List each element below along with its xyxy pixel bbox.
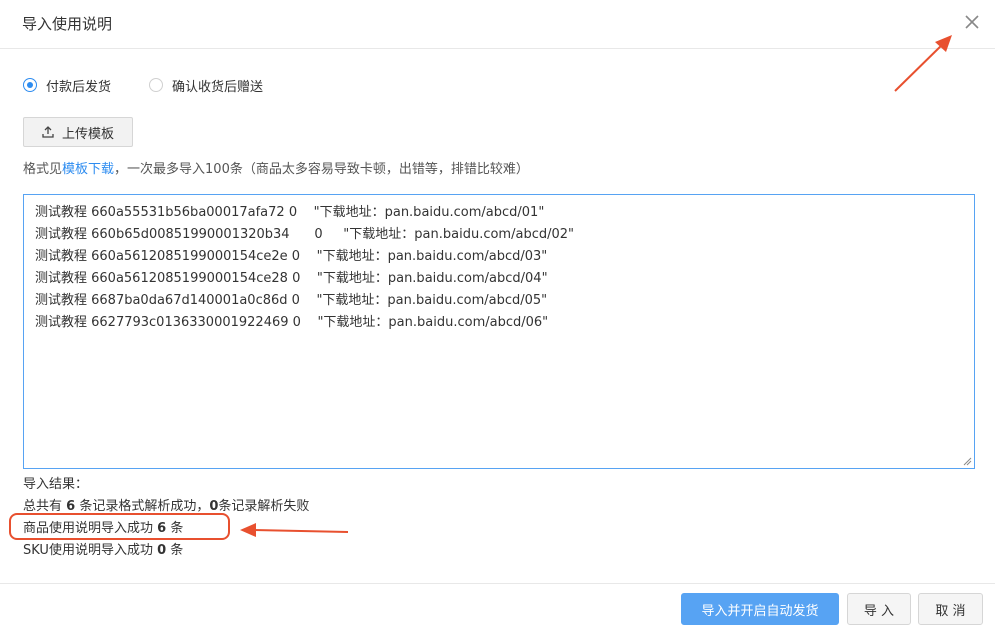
upload-template-button[interactable]: 上传模板	[23, 117, 133, 147]
radio-label: 确认收货后赠送	[172, 79, 264, 95]
result-heading: 导入结果：	[23, 477, 89, 492]
goods-prefix: 商品使用说明导入成功	[23, 521, 158, 536]
import-and-auto-deliver-button[interactable]: 导入并开启自动发货	[681, 593, 839, 625]
import-textarea[interactable]: 测试教程 660a55531b56ba00017afa72 0 "下载地址：pa…	[23, 194, 975, 469]
textarea-line: 测试教程 660a5612085199000154ce2e 0 "下载地址：pa…	[35, 249, 548, 264]
radio-label: 付款后发货	[46, 79, 112, 95]
textarea-line: 测试教程 6627793c0136330001922469 0 "下载地址：pa…	[35, 315, 549, 330]
sku-prefix: SKU使用说明导入成功	[23, 543, 158, 558]
hint-prefix: 格式见	[23, 162, 63, 177]
resize-handle-icon[interactable]	[963, 457, 972, 466]
delivery-mode-radio-group: 付款后发货 确认收货后赠送	[23, 76, 301, 95]
hint-suffix: ，一次最多导入100条（商品太多容易导致卡顿，出错等，排错比较难）	[114, 162, 529, 177]
result-goods: 商品使用说明导入成功 6 条	[23, 517, 183, 536]
summary-suffix: 条记录解析失败	[218, 499, 310, 514]
goods-suffix: 条	[166, 521, 184, 536]
sku-suffix: 条	[166, 543, 184, 558]
result-sku: SKU使用说明导入成功 0 条	[23, 539, 183, 558]
textarea-line: 测试教程 6687ba0da67d140001a0c86d 0 "下载地址：pa…	[35, 293, 548, 308]
template-download-link[interactable]: 模板下载	[62, 162, 114, 177]
radio-checked-icon	[23, 78, 37, 92]
result-summary: 总共有 6 条记录格式解析成功，0条记录解析失败	[23, 495, 309, 514]
radio-pay-then-deliver[interactable]: 付款后发货	[23, 76, 111, 95]
summary-prefix: 总共有	[23, 499, 67, 514]
textarea-line: 测试教程 660a55531b56ba00017afa72 0 "下载地址：pa…	[35, 205, 545, 220]
sku-success-count: 0	[157, 543, 167, 558]
summary-success-count: 6	[66, 499, 76, 514]
upload-icon	[42, 126, 54, 138]
radio-unchecked-icon	[149, 78, 164, 92]
dialog-title: 导入使用说明	[22, 15, 113, 33]
close-icon[interactable]	[962, 12, 982, 32]
dialog-header: 导入使用说明	[0, 0, 995, 49]
radio-gift-after-receipt[interactable]: 确认收货后赠送	[149, 76, 263, 95]
annotation-arrow-bottom	[240, 523, 349, 537]
textarea-line: 测试教程 660b65d00851990001320b34 0 "下载地址：pa…	[35, 227, 574, 242]
goods-success-count: 6	[157, 521, 167, 536]
format-hint: 格式见模板下载，一次最多导入100条（商品太多容易导致卡顿，出错等，排错比较难）	[23, 158, 529, 177]
upload-template-label: 上传模板	[61, 126, 114, 142]
textarea-line: 测试教程 660a5612085199000154ce28 0 "下载地址：pa…	[35, 271, 548, 286]
cancel-button[interactable]: 取 消	[918, 593, 983, 625]
dialog-footer	[0, 583, 995, 635]
summary-mid: 条记录格式解析成功，	[75, 499, 210, 514]
import-button[interactable]: 导 入	[847, 593, 911, 625]
